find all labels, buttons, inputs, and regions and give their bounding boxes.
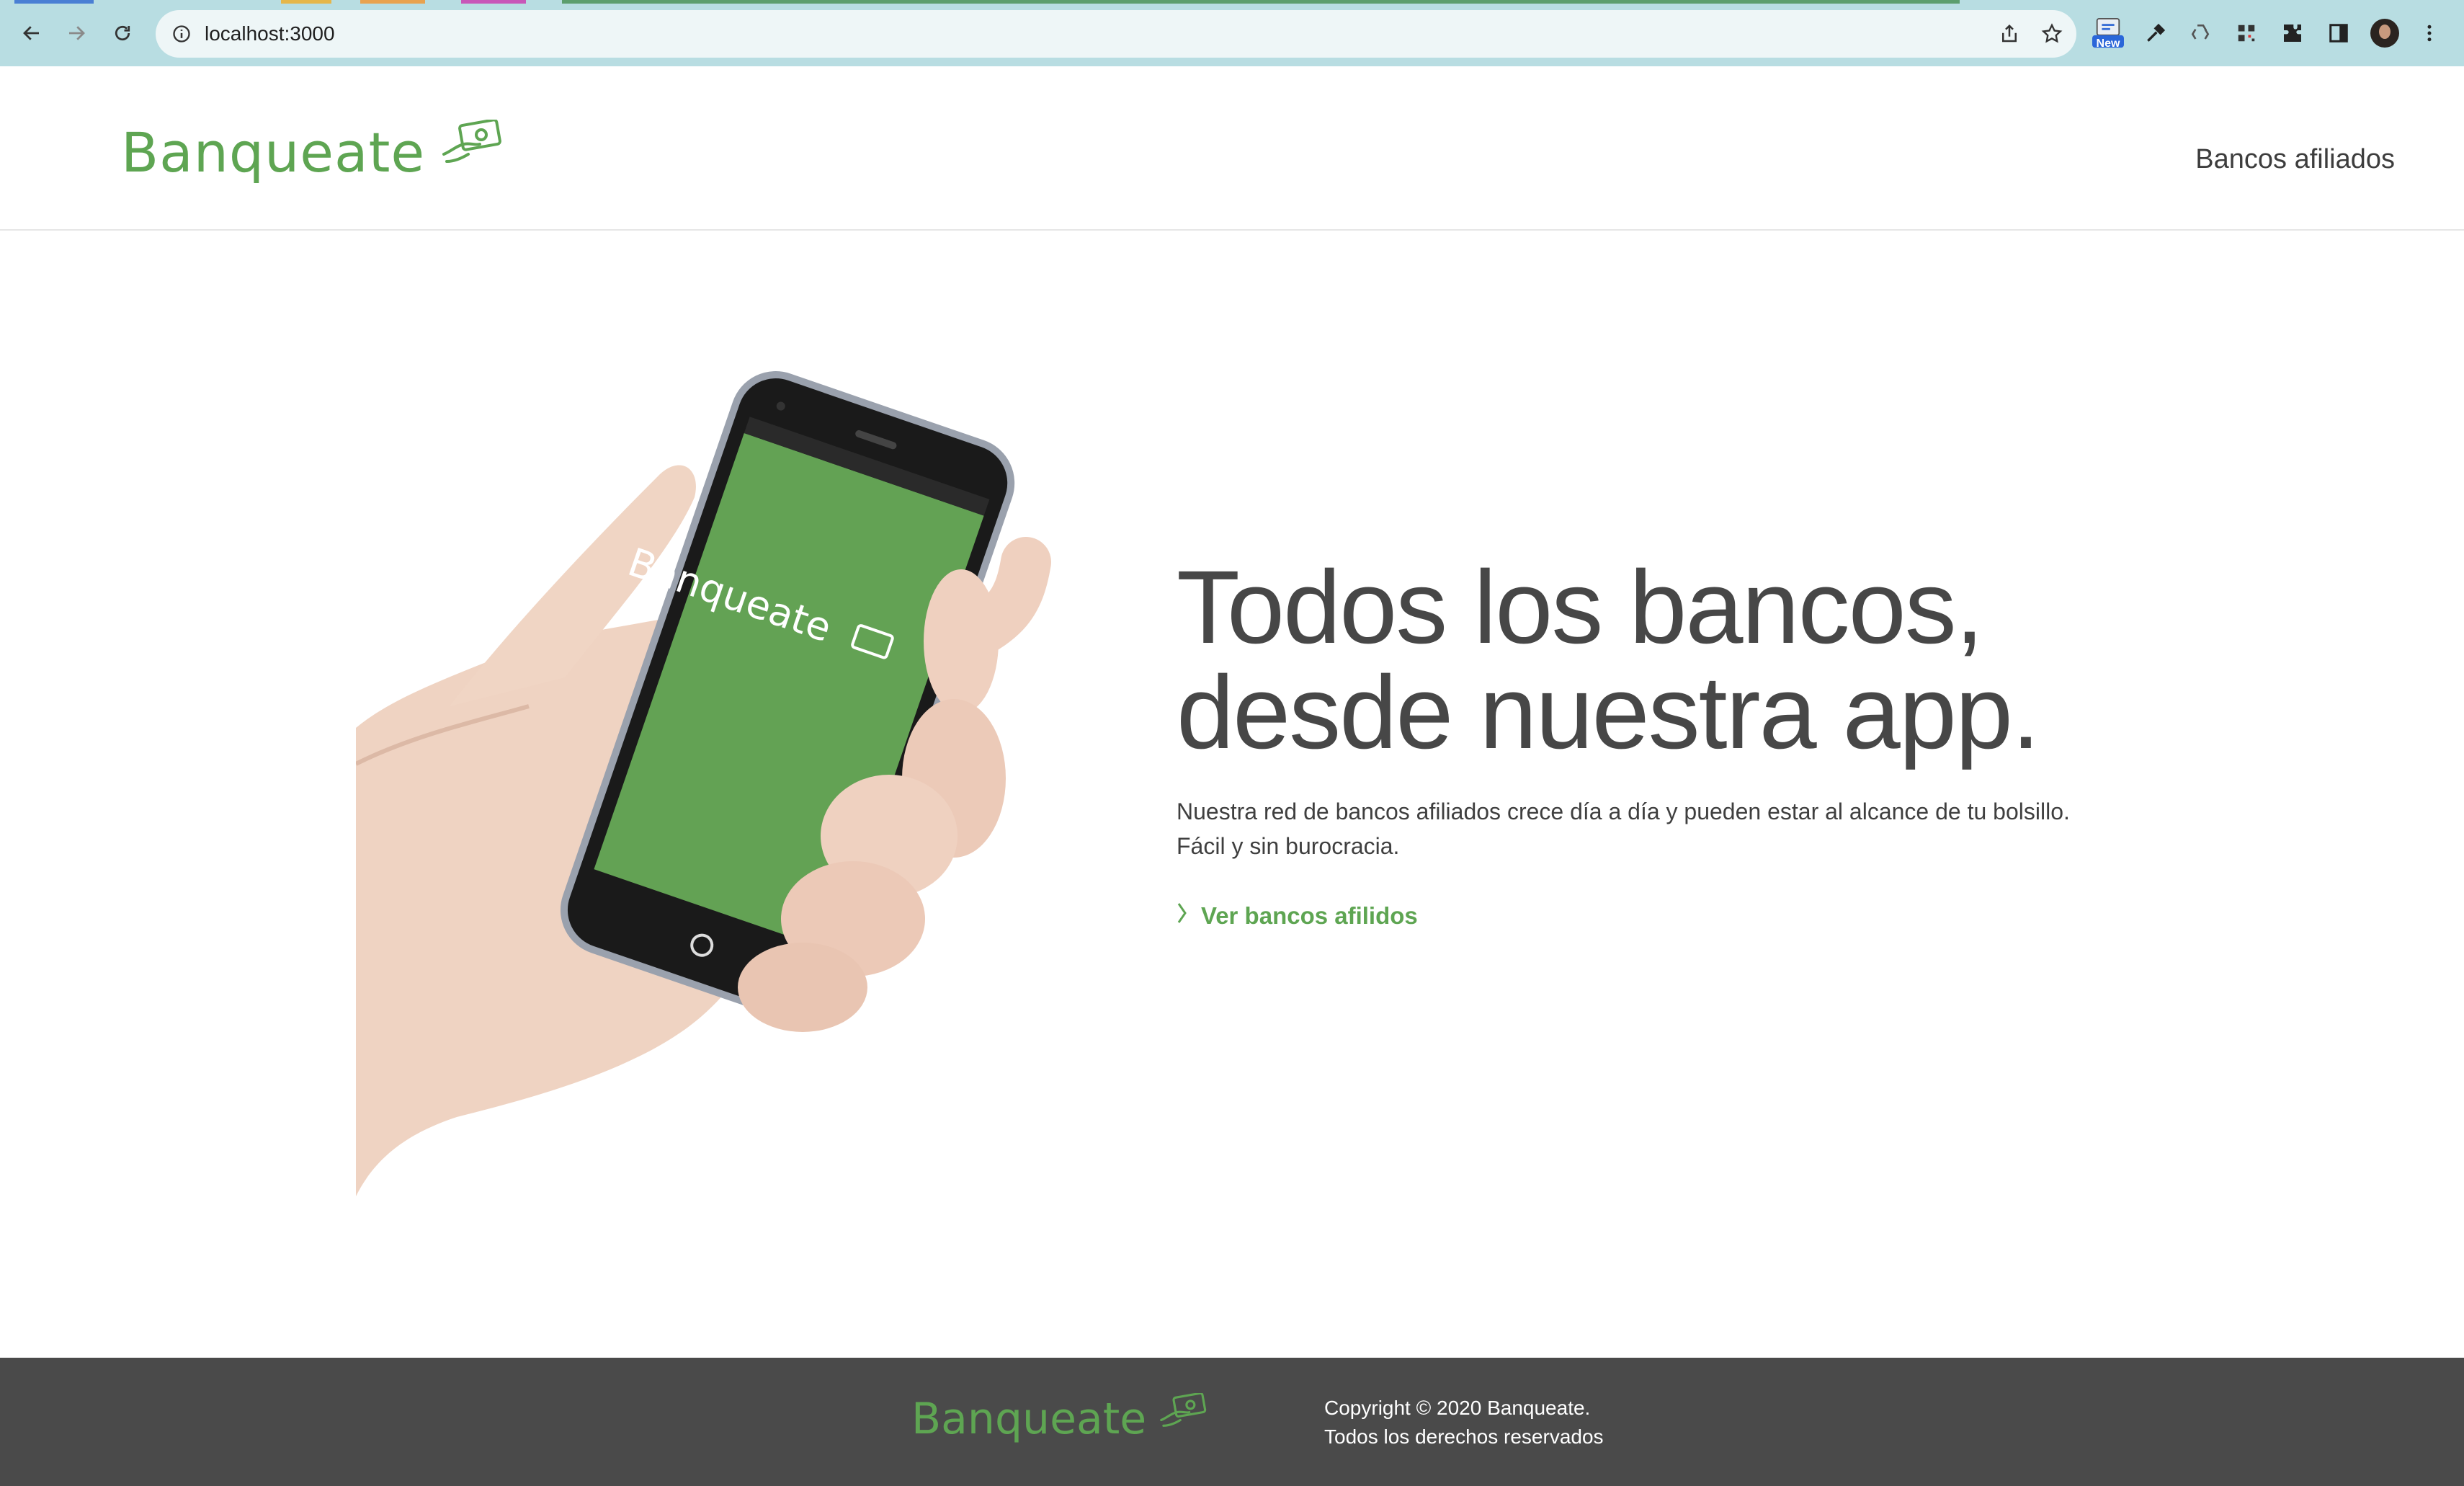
info-icon[interactable] bbox=[171, 24, 192, 48]
puzzle-icon[interactable] bbox=[2277, 17, 2308, 49]
copyright-line: Copyright © 2020 Banqueate. bbox=[1324, 1397, 1591, 1419]
footer-copyright: Copyright © 2020 Banqueate. Todos los de… bbox=[1324, 1394, 1604, 1451]
rights-line: Todos los derechos reservados bbox=[1324, 1425, 1604, 1448]
footer-brand-wordmark: Banqueate bbox=[911, 1394, 1147, 1444]
kebab-menu-icon[interactable] bbox=[2414, 17, 2445, 49]
hero-title-line-2: desde nuestra app. bbox=[1177, 654, 2040, 770]
footer-brand-logo[interactable]: Banqueate bbox=[911, 1392, 1208, 1444]
nav-bancos-afiliados[interactable]: Bancos afiliados bbox=[2195, 144, 2395, 175]
forward-arrow-icon[interactable] bbox=[61, 17, 92, 49]
url-text: localhost:3000 bbox=[205, 22, 335, 45]
brand-logo-link[interactable]: Banqueate bbox=[121, 118, 503, 184]
share-icon[interactable] bbox=[1999, 23, 2020, 48]
brand-wordmark: Banqueate bbox=[121, 120, 426, 184]
qr-code-icon[interactable] bbox=[2231, 17, 2262, 49]
extension-new-icon[interactable]: New bbox=[2092, 17, 2124, 50]
hand-holding-phone-illustration: Banqueate bbox=[354, 371, 1051, 1196]
hero-description-line-2: Fácil y sin burocracia. bbox=[1177, 833, 1400, 859]
hero-description: Nuestra red de bancos afiliados crece dí… bbox=[1177, 794, 2185, 863]
hero-title-line-1: Todos los bancos, bbox=[1177, 549, 1984, 665]
hero-title: Todos los bancos, desde nuestra app. bbox=[1177, 555, 2185, 765]
ver-bancos-link[interactable]: Ver bancos afilidos bbox=[1177, 902, 2185, 930]
footer-hand-card-icon bbox=[1159, 1392, 1208, 1433]
ver-bancos-label: Ver bancos afilidos bbox=[1201, 902, 1418, 929]
chevron-right-icon bbox=[1177, 902, 1188, 930]
tab-strip bbox=[0, 0, 2464, 4]
profile-avatar[interactable] bbox=[2369, 17, 2401, 49]
reload-icon[interactable] bbox=[107, 17, 138, 49]
address-bar[interactable]: localhost:3000 bbox=[156, 10, 2076, 58]
extension-new-badge: New bbox=[2096, 37, 2120, 50]
hero-description-line-1: Nuestra red de bancos afiliados crece dí… bbox=[1177, 798, 2070, 824]
eyedropper-icon[interactable] bbox=[2140, 17, 2171, 49]
recycle-icon[interactable] bbox=[2184, 17, 2216, 49]
hero-section: Todos los bancos, desde nuestra app. Nue… bbox=[1177, 555, 2185, 930]
star-icon[interactable] bbox=[2040, 22, 2063, 49]
browser-toolbar: localhost:3000 New bbox=[0, 0, 2464, 66]
site-header: Banqueate Bancos afiliados bbox=[0, 66, 2464, 231]
hand-card-icon bbox=[442, 118, 503, 169]
back-arrow-icon[interactable] bbox=[16, 17, 48, 49]
hero-phone-image: Banqueate bbox=[354, 303, 1120, 1196]
sidebar-icon[interactable] bbox=[2323, 17, 2354, 49]
site-footer: Banqueate Copyright © 2020 Banqueate. To… bbox=[0, 1358, 2464, 1486]
